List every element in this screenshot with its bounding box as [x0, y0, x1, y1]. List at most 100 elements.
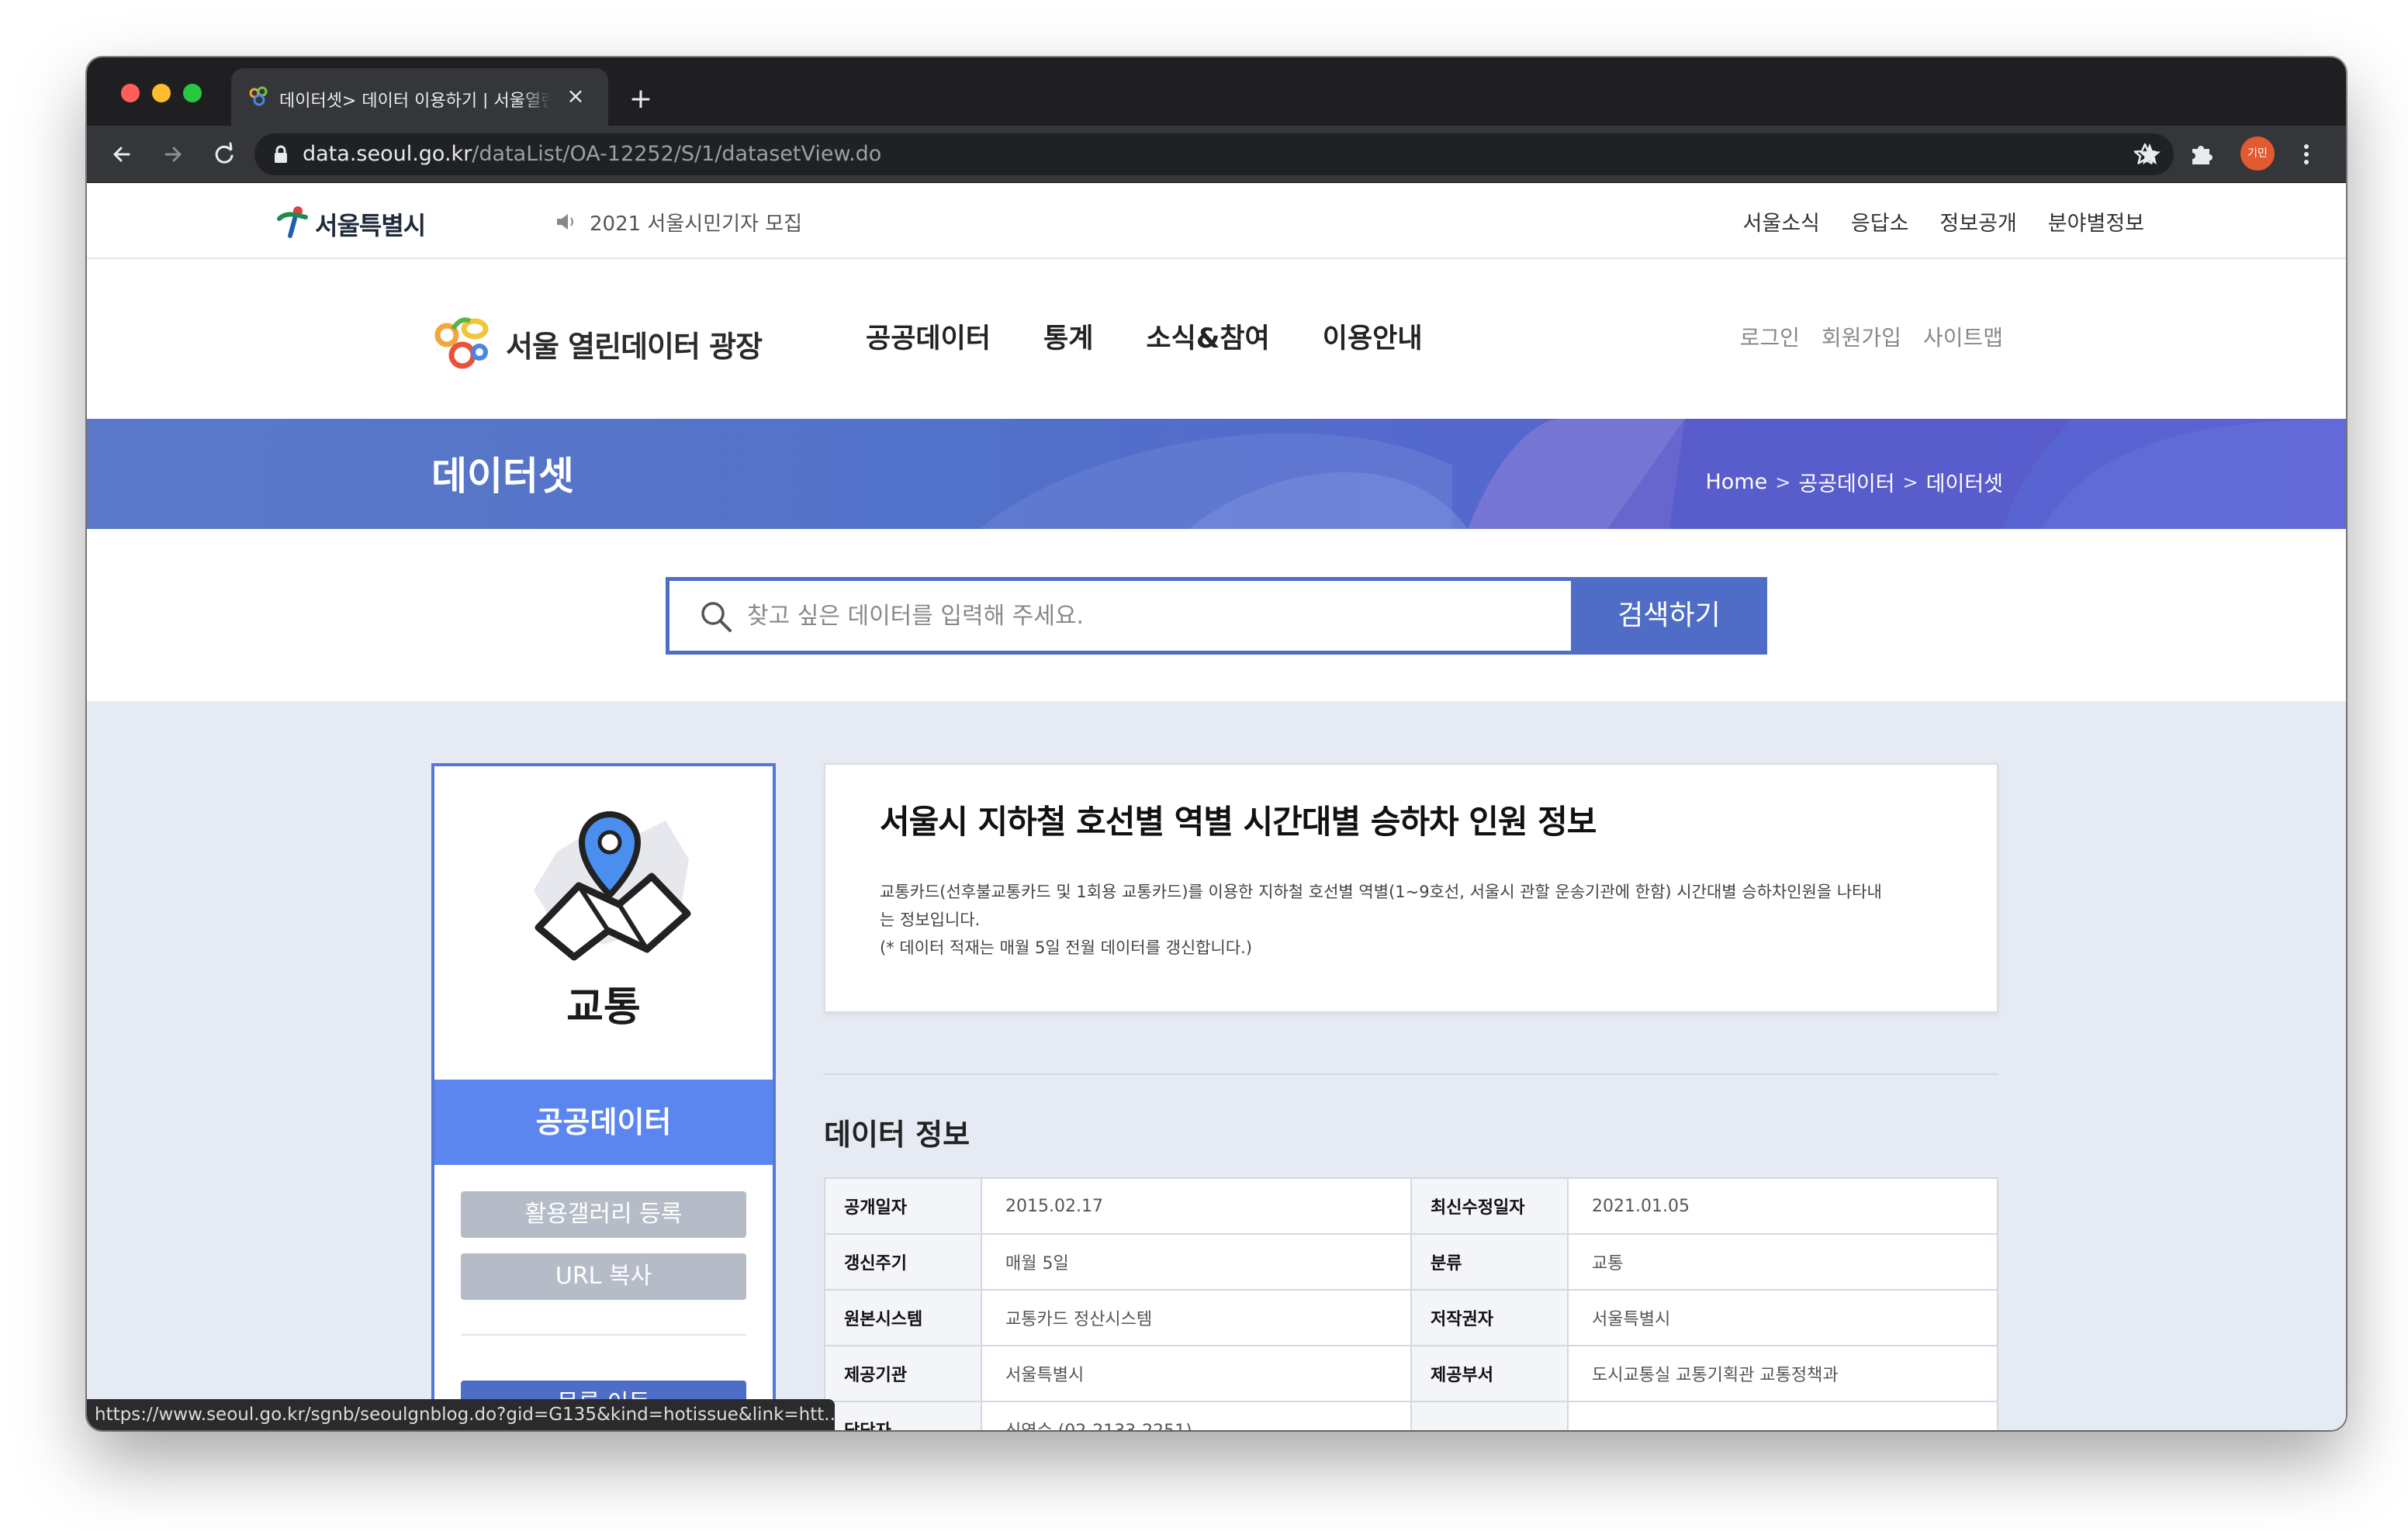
gov-link-info[interactable]: 정보공개	[1939, 206, 2016, 237]
browser-window: 데이터셋> 데이터 이용하기 | 서울열린데이터광장 × + data.seou…	[87, 57, 2346, 1430]
table-value: 도시교통실 교통기획관 교통정책과	[1567, 1345, 1998, 1402]
web-page: 서울특별시 2021 서울시민기자 모집 서울소식 응답소 정보공개 분야별정보	[87, 183, 2346, 1430]
table-row: 공개일자 2015.02.17 최신수정일자 2021.01.05	[824, 1177, 1998, 1235]
speaker-icon	[557, 214, 573, 230]
dataset-description-note: (* 데이터 적재는 매월 5일 전월 데이터를 갱신합니다.)	[880, 938, 1253, 957]
url-text: data.seoul.go.kr/dataList/OA-12252/S/1/d…	[303, 142, 881, 167]
table-key: 제공기관	[824, 1345, 982, 1402]
maximize-window-button[interactable]	[183, 84, 202, 102]
sidebar-divider	[461, 1334, 746, 1336]
seoul-gov-bar: 서울특별시 2021 서울시민기자 모집 서울소식 응답소 정보공개 분야별정보	[87, 183, 2346, 259]
login-link[interactable]: 로그인	[1740, 321, 1800, 352]
breadcrumb-home[interactable]: Home	[1705, 470, 1767, 494]
table-key: 저작권자	[1410, 1289, 1569, 1346]
gov-links: 서울소식 응답소 정보공개 분야별정보	[1743, 206, 2144, 237]
data-type-band: 공공데이터	[434, 1080, 773, 1165]
dataset-description-line: 교통카드(선후불교통카드 및 1회용 교통카드)를 이용한 지하철 호선별 역별…	[880, 883, 1882, 901]
breadcrumb-separator-icon: >	[1902, 471, 1918, 493]
extensions-puzzle-icon[interactable]	[2186, 140, 2216, 169]
gov-link-fields[interactable]: 분야별정보	[2048, 206, 2144, 237]
close-window-button[interactable]	[121, 84, 140, 102]
back-arrow-icon[interactable]	[107, 140, 137, 169]
table-key: 갱신주기	[824, 1233, 982, 1291]
profile-avatar[interactable]: 기민	[2240, 137, 2275, 171]
url-host: data.seoul.go.kr	[303, 142, 472, 166]
url-path: /dataList/OA-12252/S/1/datasetView.do	[472, 142, 882, 166]
page-banner: 데이터셋 Home > 공공데이터 > 데이터셋	[87, 419, 2346, 529]
open-data-logo[interactable]: 서울 열린데이터 광장	[430, 312, 787, 374]
menu-kebab-icon[interactable]	[2292, 140, 2321, 169]
util-nav: 로그인 회원가입 사이트맵	[1740, 321, 2003, 352]
table-key: 공개일자	[824, 1177, 982, 1235]
signup-link[interactable]: 회원가입	[1822, 321, 1901, 352]
nav-public-data[interactable]: 공공데이터	[866, 316, 991, 363]
notice-text: 2021 서울시민기자 모집	[590, 213, 803, 236]
data-info-title: 데이터 정보	[824, 1118, 970, 1152]
minimize-window-button[interactable]	[152, 84, 171, 102]
category-label: 교통	[566, 984, 641, 1031]
tab-bar: 데이터셋> 데이터 이용하기 | 서울열린데이터광장 × +	[87, 57, 2346, 126]
breadcrumb-public-data[interactable]: 공공데이터	[1798, 467, 1894, 497]
browser-tab[interactable]: 데이터셋> 데이터 이용하기 | 서울열린데이터광장 ×	[231, 68, 608, 126]
seoul-city-logo[interactable]: 서울특별시	[275, 197, 445, 244]
table-value: 서울특별시	[981, 1345, 1412, 1402]
dataset-description-line: 는 정보입니다.	[880, 911, 981, 929]
table-row: 갱신주기 매월 5일 분류 교통	[824, 1233, 1998, 1291]
table-key: 최신수정일자	[1410, 1177, 1569, 1235]
search-box: 검색하기	[666, 577, 1767, 655]
open-data-logo-text: 서울 열린데이터 광장	[506, 330, 763, 364]
gov-link-news[interactable]: 서울소식	[1743, 206, 1820, 237]
table-key: 담당자	[824, 1401, 982, 1430]
section-divider	[824, 1073, 1998, 1075]
gov-link-response[interactable]: 응답소	[1851, 206, 1909, 237]
table-value	[1567, 1401, 1998, 1430]
category-sidebar: 교통 공공데이터 활용갤러리 등록 URL 복사 목록 이동	[431, 763, 776, 1430]
table-value: 2015.02.17	[981, 1177, 1412, 1235]
url-copy-button[interactable]: URL 복사	[461, 1253, 746, 1300]
banner-decoration	[979, 419, 2346, 529]
search-icon	[701, 602, 732, 632]
sitemap-link[interactable]: 사이트맵	[1923, 321, 2003, 352]
table-key: 분류	[1410, 1233, 1569, 1291]
table-value: 신영수 (02-2133-2251)	[981, 1401, 1412, 1430]
tab-title: 데이터셋> 데이터 이용하기 | 서울열린데이터광장	[279, 87, 551, 109]
open-data-logo-icon	[434, 317, 489, 369]
tab-close-icon[interactable]: ×	[565, 85, 586, 107]
breadcrumb-separator-icon: >	[1775, 471, 1791, 493]
table-row: 원본시스템 교통카드 정산시스템 저작권자 서울특별시	[824, 1289, 1998, 1346]
breadcrumb: Home > 공공데이터 > 데이터셋	[1705, 467, 2003, 497]
nav-news[interactable]: 소식&참여	[1146, 316, 1269, 363]
table-value: 2021.01.05	[1567, 1177, 1998, 1235]
search-section: 검색하기	[87, 529, 2346, 701]
nav-statistics[interactable]: 통계	[1043, 316, 1093, 363]
browser-toolbar: data.seoul.go.kr/dataList/OA-12252/S/1/d…	[87, 126, 2346, 183]
reload-icon[interactable]	[209, 140, 239, 169]
bookmarks-star-icon[interactable]	[2135, 140, 2164, 169]
address-bar[interactable]: data.seoul.go.kr/dataList/OA-12252/S/1/d…	[254, 133, 2174, 175]
table-value: 교통카드 정산시스템	[981, 1289, 1412, 1346]
main-nav: 공공데이터 통계 소식&참여 이용안내	[866, 316, 1423, 363]
status-bar-url: https://www.seoul.go.kr/sgnb/seoulgnblog…	[87, 1399, 835, 1430]
table-key: 제공부서	[1410, 1345, 1569, 1402]
dataset-title: 서울시 지하철 호선별 역별 시간대별 승하차 인원 정보	[880, 803, 1597, 841]
lock-icon	[275, 145, 287, 163]
table-key: 원본시스템	[824, 1289, 982, 1346]
table-key	[1410, 1401, 1569, 1430]
site-favicon-icon	[249, 86, 268, 106]
dataset-description: 교통카드(선후불교통카드 및 1회용 교통카드)를 이용한 지하철 호선별 역별…	[880, 878, 1943, 962]
table-value: 서울특별시	[1567, 1289, 1998, 1346]
forward-arrow-icon[interactable]	[158, 140, 188, 169]
search-button[interactable]: 검색하기	[1571, 577, 1767, 655]
nav-guide[interactable]: 이용안내	[1323, 316, 1423, 363]
seoul-city-logo-text: 서울특별시	[315, 211, 426, 240]
content-area: 교통 공공데이터 활용갤러리 등록 URL 복사 목록 이동 서울시 지하철 호…	[87, 701, 2346, 1430]
page-title: 데이터셋	[431, 454, 574, 499]
new-tab-button[interactable]: +	[627, 85, 655, 113]
seoul-emblem-icon	[277, 206, 308, 238]
breadcrumb-dataset[interactable]: 데이터셋	[1926, 467, 2003, 497]
data-info-table: 공개일자 2015.02.17 최신수정일자 2021.01.05 갱신주기 매…	[824, 1177, 1998, 1430]
table-value: 교통	[1567, 1233, 1998, 1291]
search-input[interactable]	[747, 581, 1562, 651]
site-header: 서울 열린데이터 광장 공공데이터 통계 소식&참여 이용안내 로그인 회원가입…	[87, 259, 2346, 419]
gallery-register-button[interactable]: 활용갤러리 등록	[461, 1191, 746, 1238]
